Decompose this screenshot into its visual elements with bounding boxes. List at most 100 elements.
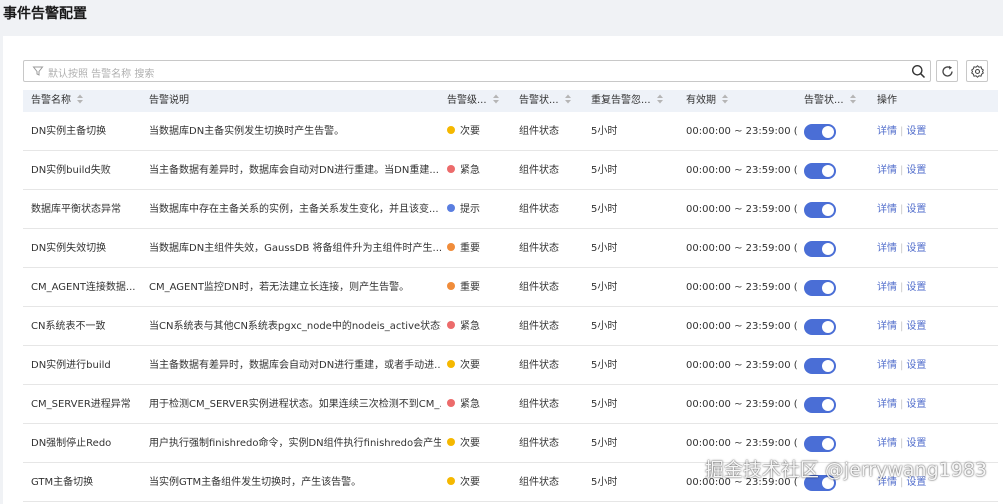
column-header-name[interactable]: 告警名称 <box>31 90 141 112</box>
settings-link[interactable]: 设置 <box>906 204 926 215</box>
alarm-type: 组件状态 <box>519 282 559 293</box>
alarm-name: 数据库平衡状态异常 <box>31 204 121 215</box>
alarm-level: 紧急 <box>447 307 515 346</box>
detail-link[interactable]: 详情 <box>877 438 897 449</box>
watermark-text: 掘金技术社区 @jerrywang1983 <box>704 459 987 481</box>
alarm-level: 次要 <box>447 346 515 385</box>
alarm-toggle[interactable] <box>804 397 836 413</box>
column-header-switch[interactable]: 告警状... <box>804 90 872 112</box>
detail-link[interactable]: 详情 <box>877 399 897 410</box>
detail-link[interactable]: 详情 <box>877 243 897 254</box>
alarm-type: 组件状态 <box>519 360 559 371</box>
valid-period: 00:00:00 ~ 23:59:00 (... <box>686 282 798 293</box>
alarm-type: 组件状态 <box>519 126 559 137</box>
level-dot <box>447 360 455 368</box>
column-header-type[interactable]: 告警状... <box>519 90 587 112</box>
column-settings-button[interactable] <box>966 60 988 82</box>
column-header-level[interactable]: 告警级... <box>447 90 515 112</box>
column-header-valid[interactable]: 有效期 <box>686 90 798 112</box>
toggle-knob <box>822 126 834 138</box>
alarm-toggle[interactable] <box>804 358 836 374</box>
alarm-name: DN实例主备切换 <box>31 126 107 137</box>
row-operations: 详情 | 设置 <box>877 268 977 307</box>
alarm-switch-cell <box>804 307 872 346</box>
sort-icon[interactable] <box>849 94 857 104</box>
alarm-name: DN实例失效切换 <box>31 243 107 254</box>
alarm-switch-cell <box>804 151 872 190</box>
level-dot <box>447 165 455 173</box>
detail-link[interactable]: 详情 <box>877 165 897 176</box>
row-operations: 详情 | 设置 <box>877 346 977 385</box>
refresh-icon <box>942 65 953 77</box>
alarm-level: 次要 <box>447 424 515 463</box>
row-operations: 详情 | 设置 <box>877 190 977 229</box>
settings-link[interactable]: 设置 <box>906 243 926 254</box>
settings-link[interactable]: 设置 <box>906 360 926 371</box>
table-body: DN实例主备切换 当数据库DN主备实例发生切换时产生告警。 次要 组件状态 5小… <box>23 112 998 502</box>
alarm-type: 组件状态 <box>519 477 559 488</box>
alarm-toggle[interactable] <box>804 319 836 335</box>
op-separator: | <box>900 243 904 254</box>
detail-link[interactable]: 详情 <box>877 204 897 215</box>
alarm-name: DN实例build失败 <box>31 165 111 176</box>
alarm-switch-cell <box>804 268 872 307</box>
toggle-knob <box>822 165 834 177</box>
settings-link[interactable]: 设置 <box>906 399 926 410</box>
alarm-name: CM_AGENT连接数据... <box>31 282 136 293</box>
filter-icon[interactable] <box>32 65 44 77</box>
settings-link[interactable]: 设置 <box>906 126 926 137</box>
settings-link[interactable]: 设置 <box>906 321 926 332</box>
alarm-toggle[interactable] <box>804 124 836 140</box>
repeat-ignore: 5小时 <box>591 126 618 137</box>
level-dot <box>447 438 455 446</box>
level-dot <box>447 477 455 485</box>
level-dot <box>447 204 455 212</box>
alarm-toggle[interactable] <box>804 280 836 296</box>
sort-icon[interactable] <box>76 94 84 104</box>
toggle-knob <box>822 282 834 294</box>
level-dot <box>447 126 455 134</box>
alarm-toggle[interactable] <box>804 163 836 179</box>
sort-icon[interactable] <box>564 94 572 104</box>
detail-link[interactable]: 详情 <box>877 126 897 137</box>
alarm-name: DN强制停止Redo <box>31 438 112 449</box>
sort-icon[interactable] <box>492 94 500 104</box>
column-header-repeat[interactable]: 重复告警忽... <box>591 90 681 112</box>
op-separator: | <box>900 438 904 449</box>
alarm-description: 用户执行强制finishredo命令，实例DN组件执行finishredo会产生… <box>149 438 441 449</box>
repeat-ignore: 5小时 <box>591 321 618 332</box>
alarm-toggle[interactable] <box>804 436 836 452</box>
repeat-ignore: 5小时 <box>591 165 618 176</box>
toggle-knob <box>822 399 834 411</box>
alarm-description: CM_AGENT监控DN时，若无法建立长连接，则产生告警。 <box>149 282 410 293</box>
detail-link[interactable]: 详情 <box>877 282 897 293</box>
sort-icon[interactable] <box>721 94 729 104</box>
op-separator: | <box>900 399 904 410</box>
detail-link[interactable]: 详情 <box>877 360 897 371</box>
table-row: CN系统表不一致 当CN系统表与其他CN系统表pgxc_node中的nodeis… <box>23 307 998 346</box>
alarm-description: 当数据库中存在主备关系的实例，主备关系发生变化，并且该变... <box>149 204 439 215</box>
alarm-description: 用于检测CM_SERVER实例进程状态。如果连续三次检测不到CM_... <box>149 399 441 410</box>
refresh-button[interactable] <box>936 60 958 82</box>
alarm-type: 组件状态 <box>519 204 559 215</box>
settings-link[interactable]: 设置 <box>906 438 926 449</box>
settings-link[interactable]: 设置 <box>906 282 926 293</box>
alarm-type: 组件状态 <box>519 165 559 176</box>
search-input[interactable]: 默认按照 告警名称 搜索 <box>23 60 931 82</box>
table-row: CM_SERVER进程异常 用于检测CM_SERVER实例进程状态。如果连续三次… <box>23 385 998 424</box>
detail-link[interactable]: 详情 <box>877 321 897 332</box>
alarm-description: 当主备数据有差异时，数据库会自动对DN进行重建，或者手动进... <box>149 360 441 371</box>
alarm-toggle[interactable] <box>804 241 836 257</box>
sort-icon[interactable] <box>656 94 664 104</box>
search-icon[interactable] <box>911 64 926 79</box>
alarm-switch-cell <box>804 112 872 151</box>
alarm-type: 组件状态 <box>519 399 559 410</box>
settings-link[interactable]: 设置 <box>906 165 926 176</box>
alarm-level: 紧急 <box>447 385 515 424</box>
page-title: 事件告警配置 <box>3 6 87 22</box>
alarm-toggle[interactable] <box>804 202 836 218</box>
table-row: CM_AGENT连接数据... CM_AGENT监控DN时，若无法建立长连接，则… <box>23 268 998 307</box>
alarm-level: 重要 <box>447 229 515 268</box>
alarm-name: CN系统表不一致 <box>31 321 106 332</box>
alarm-description: 当主备数据有差异时，数据库会自动对DN进行重建。当DN重建... <box>149 165 439 176</box>
